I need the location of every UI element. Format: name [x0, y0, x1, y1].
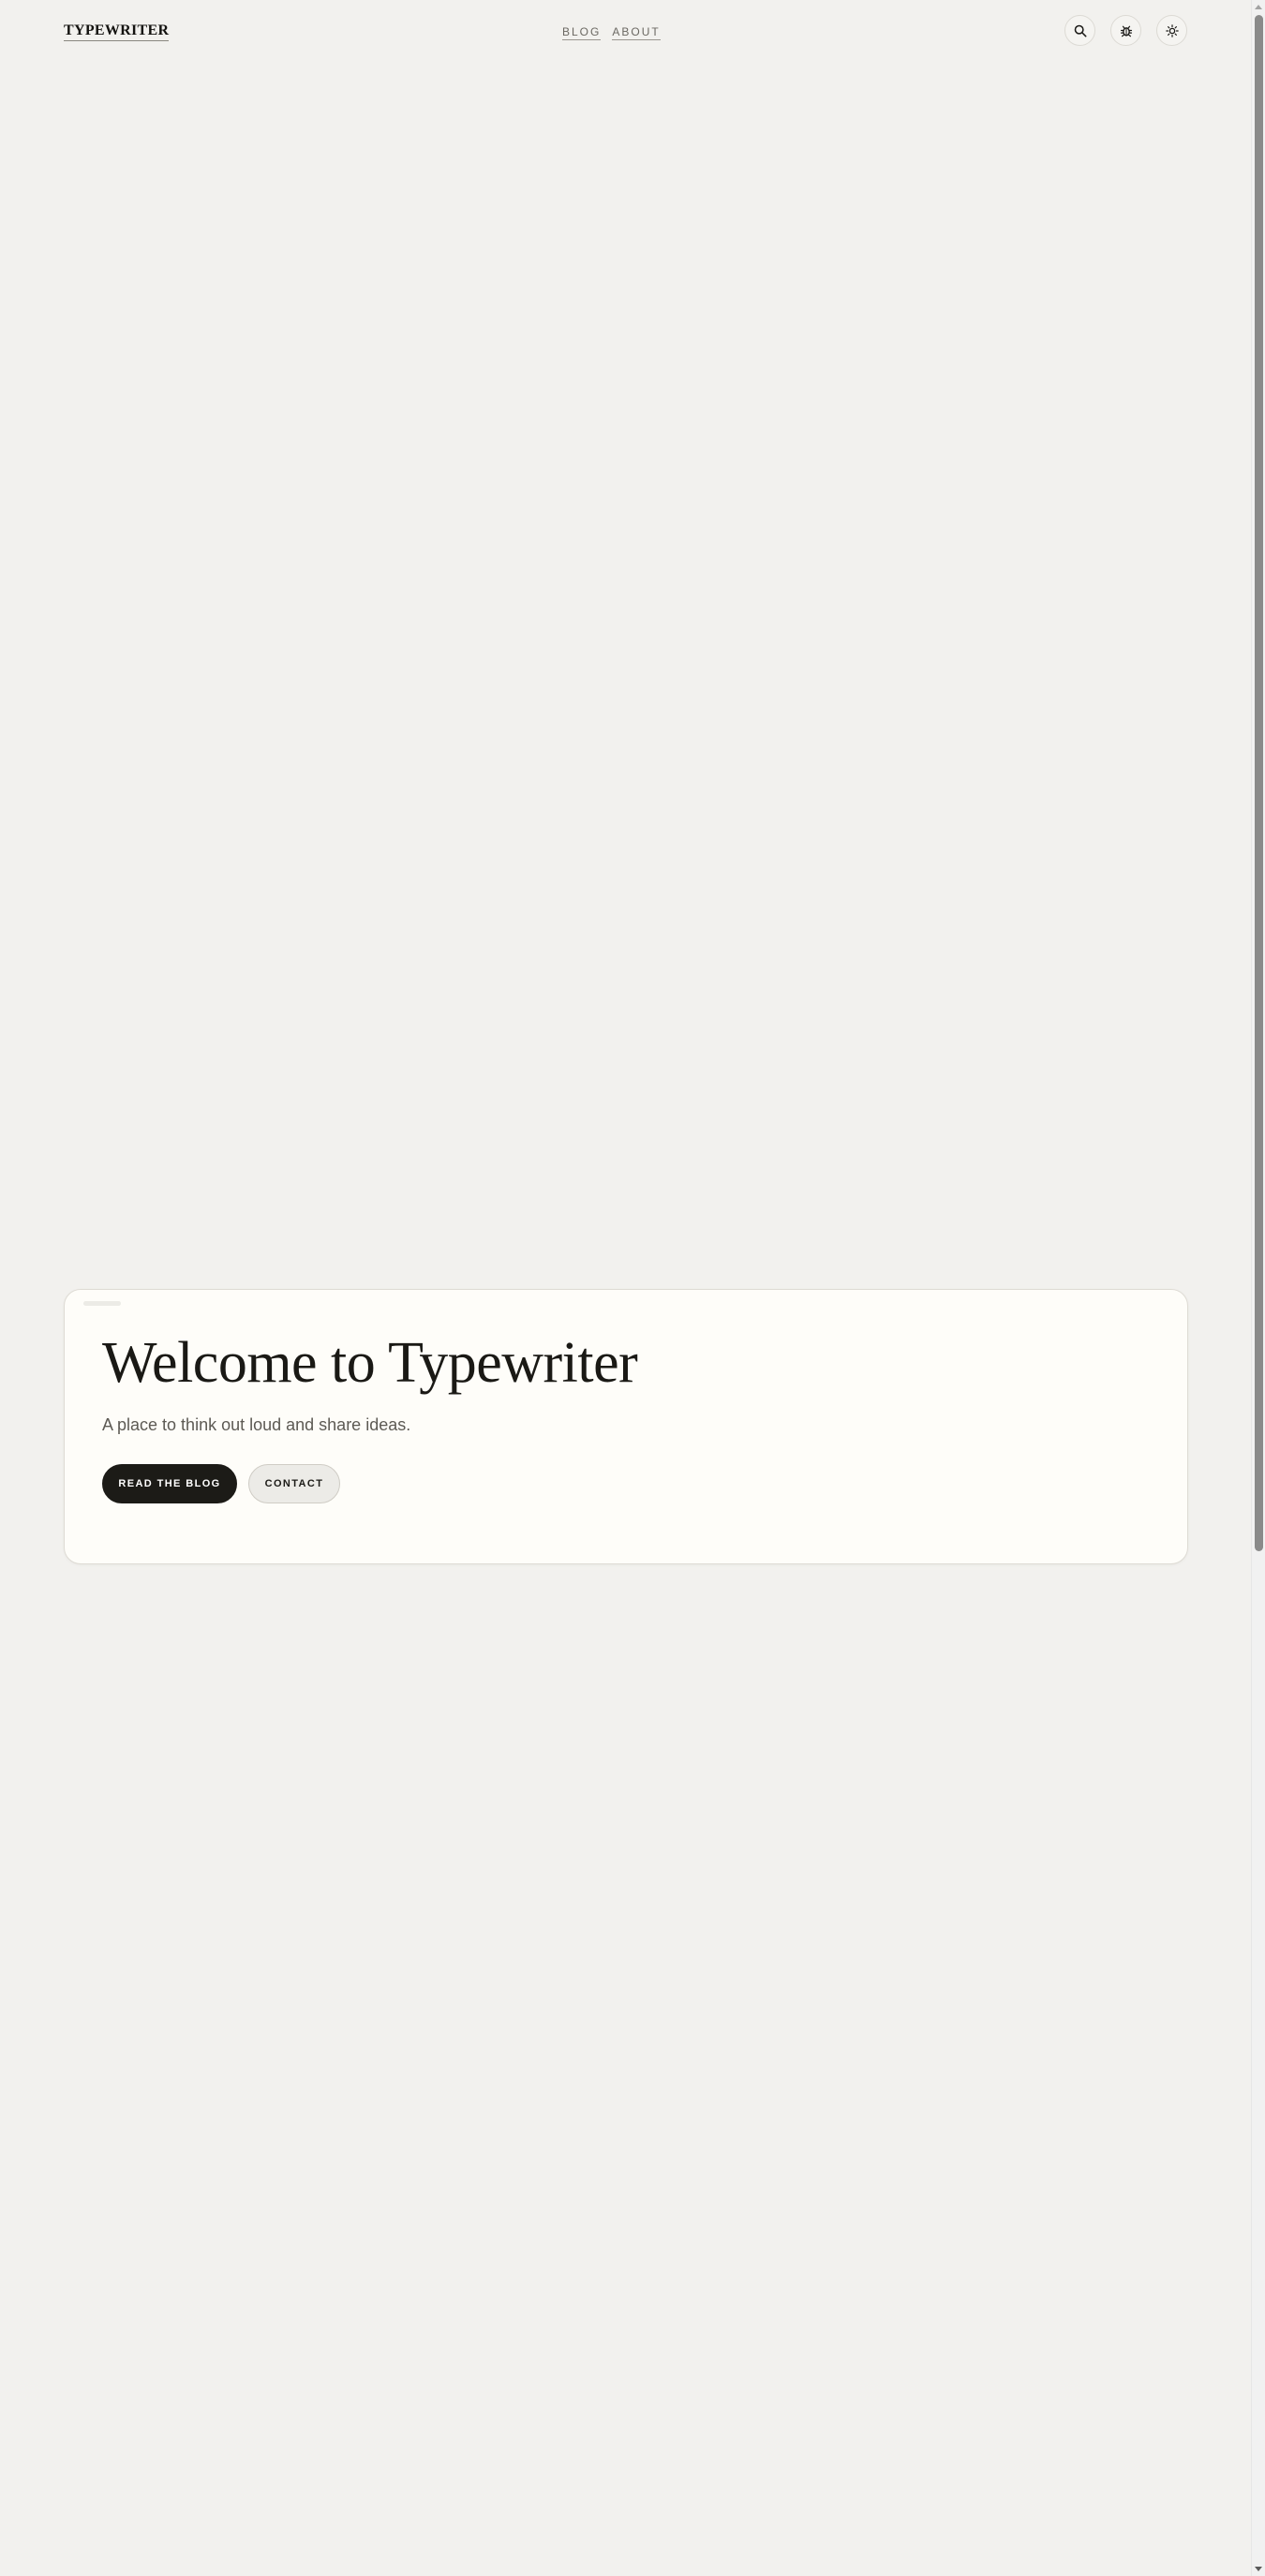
site-header: TYPEWRITER BLOG ABOUT: [0, 0, 1251, 64]
search-icon: [1074, 24, 1087, 37]
main-nav: BLOG ABOUT: [562, 25, 661, 40]
read-the-blog-button[interactable]: READ THE BLOG: [102, 1464, 237, 1503]
header-actions: [1064, 15, 1187, 46]
sun-icon: [1165, 23, 1179, 37]
debug-button[interactable]: [1110, 15, 1141, 46]
hero-card-tab: [83, 1301, 121, 1306]
brand-logo-link[interactable]: TYPEWRITER: [64, 22, 170, 41]
hero-card: Welcome to Typewriter A place to think o…: [64, 1289, 1188, 1564]
theme-toggle-button[interactable]: [1156, 15, 1187, 46]
scroll-down-arrow-icon[interactable]: [1255, 2567, 1262, 2571]
hero-title: Welcome to Typewriter: [102, 1331, 638, 1395]
search-button[interactable]: [1064, 15, 1095, 46]
hero-actions: READ THE BLOG CONTACT: [102, 1464, 340, 1503]
vertical-scrollbar[interactable]: [1251, 0, 1265, 2576]
hero-subtitle: A place to think out loud and share idea…: [102, 1415, 411, 1434]
contact-button[interactable]: CONTACT: [248, 1464, 340, 1503]
scrollbar-thumb[interactable]: [1255, 15, 1263, 1551]
nav-link-about[interactable]: ABOUT: [612, 25, 661, 40]
scroll-up-arrow-icon[interactable]: [1255, 5, 1262, 9]
nav-link-blog[interactable]: BLOG: [562, 25, 602, 40]
bug-icon: [1120, 24, 1133, 37]
